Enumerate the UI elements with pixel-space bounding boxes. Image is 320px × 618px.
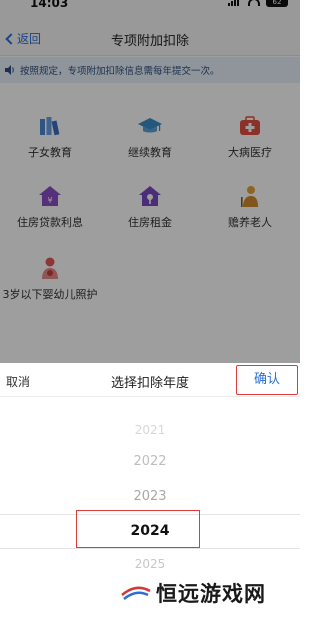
picker-header: 取消 选择扣除年度 确认 [0, 363, 300, 397]
modal-overlay[interactable] [0, 0, 300, 363]
year-option[interactable]: 2023 [0, 489, 300, 504]
confirm-button[interactable]: 确认 [236, 365, 298, 395]
year-option[interactable]: 2021 [0, 423, 300, 437]
watermark-logo-icon [121, 586, 151, 600]
selection-line-bottom [0, 548, 300, 549]
watermark: 恒远游戏网 [120, 578, 266, 608]
year-option[interactable]: 2022 [0, 454, 300, 469]
watermark-text: 恒远游戏网 [156, 581, 266, 606]
year-option[interactable]: 2025 [0, 557, 300, 571]
selected-year-highlight [76, 510, 200, 548]
